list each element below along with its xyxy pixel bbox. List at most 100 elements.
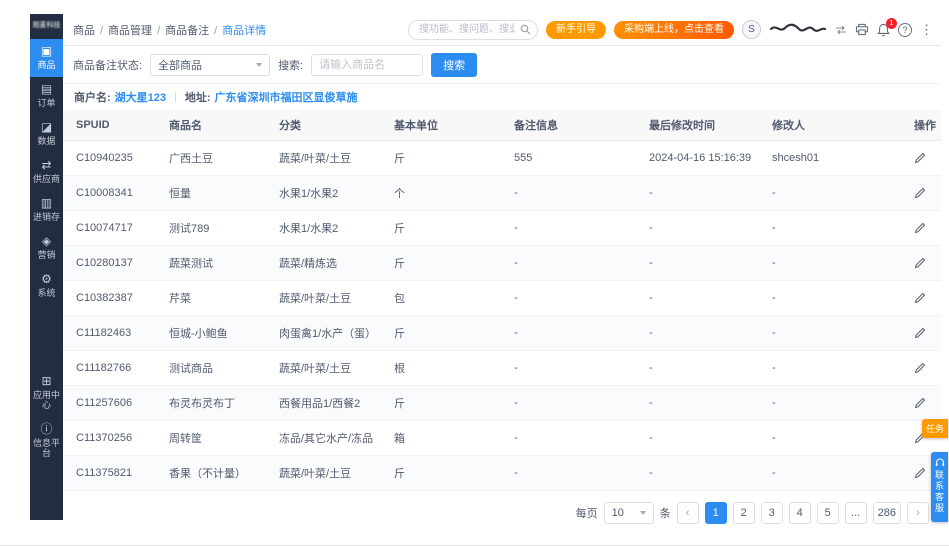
page-button[interactable]: 4	[788, 502, 811, 524]
breadcrumb-item[interactable]: 商品备注	[152, 22, 209, 38]
cell-spuid: C10382387	[63, 280, 163, 316]
sidebar-item[interactable]: ▥ 进销存	[30, 191, 63, 229]
next-page-button[interactable]: ›	[907, 502, 929, 524]
customer-service-label: 联系客服	[934, 470, 944, 514]
per-page-select[interactable]: 10	[603, 502, 654, 524]
prev-page-button[interactable]: ‹	[676, 502, 699, 524]
sidebar-item-icon: ◈	[41, 234, 52, 248]
page: 观麦科技 ▣ 商品 ▤ 订单 ◪ 数据 ⇄ 供应商 ▥ 进销存 ◈ 营销 ⚙ 系…	[0, 0, 949, 548]
edit-icon[interactable]	[914, 292, 926, 304]
more-menu-icon[interactable]: ⋮	[920, 23, 933, 36]
sidebar-item-icon: ⓘ	[40, 422, 53, 436]
cell-note: -	[508, 280, 643, 316]
breadcrumb-item[interactable]: 商品详情	[209, 22, 266, 38]
breadcrumb-item[interactable]: 商品管理	[95, 22, 152, 38]
edit-icon[interactable]	[914, 222, 926, 234]
merchant-address-link[interactable]: 广东省深圳市福田区显俊草施	[215, 89, 358, 105]
brand-logo: 观麦科技	[32, 22, 61, 29]
filter-bar: 商品备注状态: 全部商品 搜索: 搜索	[63, 46, 941, 84]
merchant-name-link[interactable]: 湖大星123	[115, 89, 166, 105]
sidebar-item[interactable]: ⇄ 供应商	[30, 153, 63, 191]
status-filter-select[interactable]: 全部商品	[150, 53, 271, 76]
table-body: C10940235 广西土豆 蔬菜/叶菜/土豆 斤 555 2024-04-16…	[63, 140, 941, 491]
edit-icon[interactable]	[914, 362, 926, 374]
cell-unit: 斤	[388, 210, 508, 246]
cell-note: -	[508, 420, 643, 456]
page-button[interactable]: 5	[816, 502, 839, 524]
edit-icon[interactable]	[914, 257, 926, 269]
chevron-down-icon	[256, 62, 263, 67]
task-tab[interactable]: 任务	[921, 419, 948, 438]
cell-unit: 箱	[388, 420, 508, 456]
global-search	[408, 19, 538, 40]
cell-modified-at: -	[643, 315, 766, 351]
customer-service-tab[interactable]: 联系客服	[931, 452, 948, 522]
sidebar-item-icon: ▣	[40, 44, 53, 58]
cell-modified-at: -	[643, 350, 766, 386]
page-button[interactable]: 1	[704, 502, 727, 524]
page-button[interactable]: 3	[760, 502, 783, 524]
per-page-value: 10	[611, 507, 624, 519]
page-button[interactable]: 2	[732, 502, 755, 524]
page-button[interactable]: ...	[844, 502, 867, 524]
help-icon[interactable]: ?	[898, 22, 912, 37]
cell-unit: 斤	[388, 385, 508, 421]
sidebar-item[interactable]: ⊞ 应用中心	[30, 369, 63, 417]
cell-spuid: C10008341	[63, 175, 163, 211]
sidebar-item-label: 供应商	[32, 174, 60, 184]
cell-actions	[908, 385, 941, 421]
cell-modified-by: -	[766, 245, 908, 281]
cell-spuid: C11370256	[63, 420, 163, 456]
cell-actions	[908, 175, 941, 211]
promo-button[interactable]: 采购端上线，点击查看	[614, 20, 734, 39]
cell-spuid: C11182463	[63, 315, 163, 351]
status-filter-value: 全部商品	[158, 59, 203, 72]
guide-button[interactable]: 新手引导	[546, 20, 606, 39]
cell-actions	[908, 315, 941, 351]
sidebar-item-icon: ▥	[40, 196, 53, 210]
cell-unit: 个	[388, 175, 508, 211]
table-row: C11182766 测试商品 蔬菜/叶菜/土豆 根 - - -	[63, 350, 941, 386]
search-button[interactable]: 搜索	[431, 52, 478, 77]
sidebar-item[interactable]: ⚙ 系统	[30, 267, 63, 305]
sidebar-item[interactable]: ◪ 数据	[30, 115, 63, 153]
divider: |	[174, 91, 177, 103]
switch-account-icon[interactable]	[835, 25, 847, 35]
cell-modified-by: -	[766, 210, 908, 246]
cell-category: 肉蛋禽1/水产（蛋）	[273, 315, 388, 351]
cell-actions	[908, 245, 941, 281]
edit-icon[interactable]	[914, 187, 926, 199]
cell-modified-by: -	[766, 420, 908, 456]
cell-spuid: C11375821	[63, 455, 163, 491]
merchant-name-label: 商户名:	[74, 92, 111, 104]
sidebar-item[interactable]: ◈ 营销	[30, 229, 63, 267]
search-icon	[520, 24, 531, 35]
product-name-input[interactable]	[311, 53, 424, 76]
bell-icon[interactable]: 1	[877, 17, 897, 37]
sidebar-item[interactable]: ▤ 订单	[30, 77, 63, 115]
edit-icon[interactable]	[914, 397, 926, 409]
sidebar-item[interactable]: ▣ 商品	[30, 39, 63, 77]
topbar: 商品 商品管理 商品备注 商品详情 新手引导 采购端上线，点击查看	[63, 14, 941, 46]
sidebar: 观麦科技 ▣ 商品 ▤ 订单 ◪ 数据 ⇄ 供应商 ▥ 进销存 ◈ 营销 ⚙ 系…	[30, 14, 63, 520]
edit-icon[interactable]	[914, 152, 926, 164]
cell-product-name: 蔬菜测试	[163, 245, 273, 281]
cell-product-name: 测试商品	[163, 350, 273, 386]
printer-icon[interactable]	[855, 23, 869, 36]
cell-actions	[908, 350, 941, 386]
edit-icon[interactable]	[914, 327, 926, 339]
page-button[interactable]: 286	[872, 502, 901, 524]
notification-badge: 1	[886, 17, 897, 29]
cell-note: -	[508, 210, 643, 246]
table-row: C10382387 芹菜 蔬菜/叶菜/土豆 包 - - -	[63, 280, 941, 316]
edit-icon[interactable]	[914, 467, 926, 479]
merchant-bar: 商户名: 湖大星123 | 地址: 广东省深圳市福田区显俊草施	[63, 84, 941, 110]
breadcrumb-item[interactable]: 商品	[73, 22, 95, 38]
avatar[interactable]: S	[742, 20, 761, 39]
table-row: C11370256 周转筐 冻品/其它水产/冻品 箱 - - -	[63, 420, 941, 456]
cell-modified-at: 2024-04-16 15:16:39	[643, 140, 766, 176]
sidebar-item[interactable]: ⓘ 信息平台	[30, 417, 63, 465]
sidebar-item-label: 系统	[37, 288, 56, 298]
global-search-input[interactable]	[408, 19, 538, 40]
per-page-unit: 条	[659, 508, 671, 520]
